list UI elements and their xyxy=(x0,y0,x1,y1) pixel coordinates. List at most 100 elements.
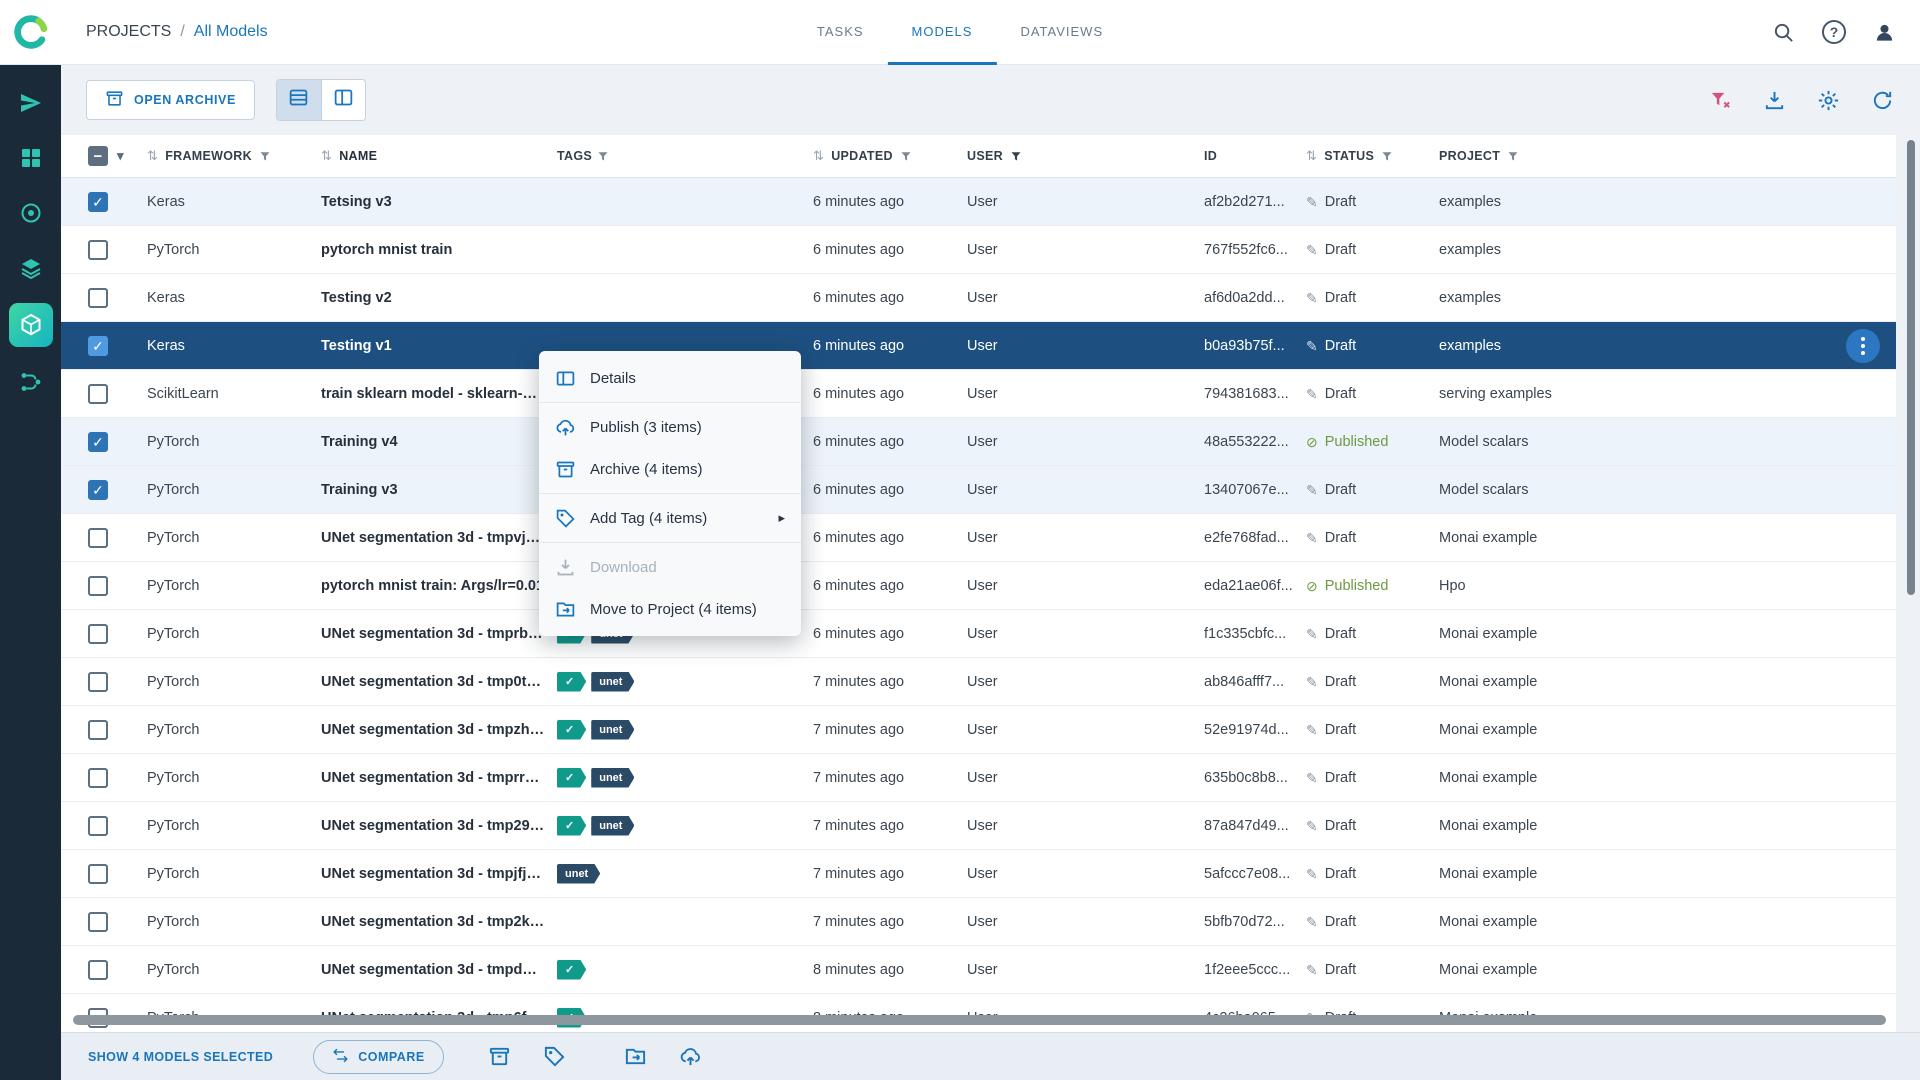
header-id[interactable]: ID xyxy=(1204,149,1306,163)
tab-dataviews[interactable]: DATAVIEWS xyxy=(996,0,1127,65)
context-menu-item-details[interactable]: Details xyxy=(539,357,801,399)
sort-icon[interactable]: ⇅ xyxy=(1306,148,1317,164)
table-row[interactable]: PyTorch UNet segmentation 3d - tmprb9d...… xyxy=(61,610,1896,658)
compare-button[interactable]: COMPARE xyxy=(313,1039,444,1074)
help-icon[interactable]: ? xyxy=(1822,20,1846,44)
table-row[interactable]: PyTorch pytorch mnist train: Args/lr=0.01… xyxy=(61,562,1896,610)
status-icon: ✎ xyxy=(1306,385,1318,402)
header-framework[interactable]: ⇅ FRAMEWORK xyxy=(147,148,321,164)
row-checkbox[interactable] xyxy=(88,527,108,548)
horizontal-scrollbar[interactable] xyxy=(73,1015,1886,1025)
table-row[interactable]: PyTorch UNet segmentation 3d - tmpjfjpv..… xyxy=(61,850,1896,898)
table-row[interactable]: PyTorch UNet segmentation 3d - tmpvjhyl..… xyxy=(61,514,1896,562)
cell-status: ⊘ Published xyxy=(1306,433,1389,450)
move-selected-icon[interactable] xyxy=(624,1045,647,1068)
table-view-button[interactable] xyxy=(276,80,321,120)
row-checkbox[interactable] xyxy=(88,815,108,836)
row-checkbox[interactable] xyxy=(88,623,108,644)
header-user[interactable]: USER xyxy=(967,149,1204,163)
refresh-icon[interactable] xyxy=(1871,89,1894,112)
header-name[interactable]: ⇅ NAME xyxy=(321,148,557,164)
row-checkbox[interactable] xyxy=(88,911,108,932)
row-checkbox[interactable]: ✓ xyxy=(88,335,108,356)
table-row[interactable]: ✓ Keras Testing v1 6 minutes ago User b0a93b7… xyxy=(61,322,1896,370)
tab-models[interactable]: MODELS xyxy=(887,0,997,65)
tag-selected-icon[interactable] xyxy=(543,1045,566,1068)
settings-icon[interactable] xyxy=(1817,89,1840,112)
table-row[interactable]: PyTorch UNet segmentation 3d - tmp0tu... ✓… xyxy=(61,658,1896,706)
split-view-button[interactable] xyxy=(320,80,365,120)
selected-count-label[interactable]: SHOW 4 MODELS SELECTED xyxy=(88,1050,273,1064)
table-row[interactable]: ScikitLearn train sklearn model - sklearn… xyxy=(61,370,1896,418)
header-status[interactable]: ⇅ STATUS xyxy=(1306,148,1439,164)
row-checkbox[interactable] xyxy=(88,239,108,260)
sidebar-item-models[interactable] xyxy=(8,303,53,347)
cell-name: UNet segmentation 3d - tmp2kr0... xyxy=(321,913,556,930)
table-row[interactable]: PyTorch UNet segmentation 3d - tmp29rf...… xyxy=(61,802,1896,850)
archive-selected-icon[interactable] xyxy=(488,1045,511,1068)
table-row[interactable]: PyTorch pytorch mnist train 6 minutes ago U… xyxy=(61,226,1896,274)
breadcrumb-section[interactable]: PROJECTS xyxy=(86,23,171,41)
sidebar-item-workers[interactable] xyxy=(11,193,51,233)
context-menu-item-download: Download xyxy=(539,546,801,588)
row-checkbox[interactable] xyxy=(88,287,108,308)
header-tags[interactable]: TAGS xyxy=(557,149,813,163)
table-row[interactable]: ✓ PyTorch Training v3 6 minutes ago User 1340… xyxy=(61,466,1896,514)
row-checkbox[interactable] xyxy=(88,671,108,692)
row-checkbox[interactable] xyxy=(88,383,108,404)
table-row[interactable]: Keras Testing v2 6 minutes ago User af6d0a2d… xyxy=(61,274,1896,322)
publish-selected-icon[interactable] xyxy=(679,1045,702,1068)
table-row[interactable]: PyTorch UNet segmentation 3d - tmprrae...… xyxy=(61,754,1896,802)
context-menu-item-archive[interactable]: Archive (4 items) xyxy=(539,448,801,490)
table-row[interactable]: ✓ PyTorch Training v4 6 minutes ago User 48a5… xyxy=(61,418,1896,466)
row-checkbox[interactable]: ✓ xyxy=(88,191,108,212)
sidebar-item-projects[interactable] xyxy=(11,138,51,178)
table-row[interactable]: PyTorch UNet segmentation 3d - tmpdm4... ✓… xyxy=(61,946,1896,994)
cell-name: pytorch mnist train xyxy=(321,241,453,258)
row-checkbox[interactable] xyxy=(88,959,108,980)
select-all-checkbox[interactable]: − xyxy=(88,146,108,166)
select-dropdown-caret[interactable]: ▾ xyxy=(117,148,124,164)
breadcrumb-page[interactable]: All Models xyxy=(194,23,268,41)
row-checkbox[interactable] xyxy=(88,863,108,884)
cell-updated: 6 minutes ago xyxy=(813,337,905,354)
header-project[interactable]: PROJECT xyxy=(1439,149,1896,163)
filter-icon[interactable] xyxy=(1381,150,1393,162)
filter-icon[interactable] xyxy=(900,150,912,162)
table-row[interactable]: ✓ Keras Tetsing v3 6 minutes ago User af2b2d2… xyxy=(61,178,1896,226)
row-checkbox[interactable] xyxy=(88,767,108,788)
header-tabs: TASKS MODELS DATAVIEWS xyxy=(793,0,1127,65)
row-checkbox[interactable] xyxy=(88,575,108,596)
sort-icon[interactable]: ⇅ xyxy=(321,148,332,164)
table-row[interactable]: PyTorch UNet segmentation 3d - tmp2kr0...… xyxy=(61,898,1896,946)
search-icon[interactable] xyxy=(1772,21,1795,44)
filter-icon[interactable] xyxy=(597,150,609,162)
cell-name: pytorch mnist train: Args/lr=0.01 xyxy=(321,577,545,594)
row-checkbox[interactable]: ✓ xyxy=(88,431,108,452)
sidebar-item-pipelines[interactable] xyxy=(11,362,51,402)
open-archive-button[interactable]: OPEN ARCHIVE xyxy=(86,80,255,120)
download-table-icon[interactable] xyxy=(1763,89,1786,112)
row-checkbox[interactable] xyxy=(88,719,108,740)
filter-icon[interactable] xyxy=(259,150,271,162)
sidebar-item-datasets[interactable] xyxy=(11,248,51,288)
filter-icon[interactable] xyxy=(1507,150,1519,162)
user-avatar[interactable] xyxy=(1873,21,1896,44)
vertical-scrollbar[interactable] xyxy=(1907,140,1915,595)
clear-filters-icon[interactable] xyxy=(1709,89,1732,112)
row-checkbox[interactable]: ✓ xyxy=(88,479,108,500)
context-menu-item-publish[interactable]: Publish (3 items) xyxy=(539,406,801,448)
sort-icon[interactable]: ⇅ xyxy=(813,148,824,164)
app-logo[interactable] xyxy=(0,11,61,53)
sort-icon[interactable]: ⇅ xyxy=(147,148,158,164)
table-row[interactable]: PyTorchUNet segmentation 3d - tmp6fa0...… xyxy=(61,994,1896,1032)
sidebar-item-getting-started[interactable] xyxy=(11,83,51,123)
tab-tasks[interactable]: TASKS xyxy=(793,0,888,65)
header-updated[interactable]: ⇅ UPDATED xyxy=(813,148,967,164)
cell-project: examples xyxy=(1439,337,1502,354)
filter-icon-active[interactable] xyxy=(1010,150,1022,162)
row-menu-button[interactable] xyxy=(1846,329,1880,363)
context-menu-item-add-tag[interactable]: Add Tag (4 items) ▸ xyxy=(539,497,801,539)
table-row[interactable]: PyTorch UNet segmentation 3d - tmpzh0... ✓… xyxy=(61,706,1896,754)
context-menu-item-move-to-project[interactable]: Move to Project (4 items) xyxy=(539,588,801,630)
